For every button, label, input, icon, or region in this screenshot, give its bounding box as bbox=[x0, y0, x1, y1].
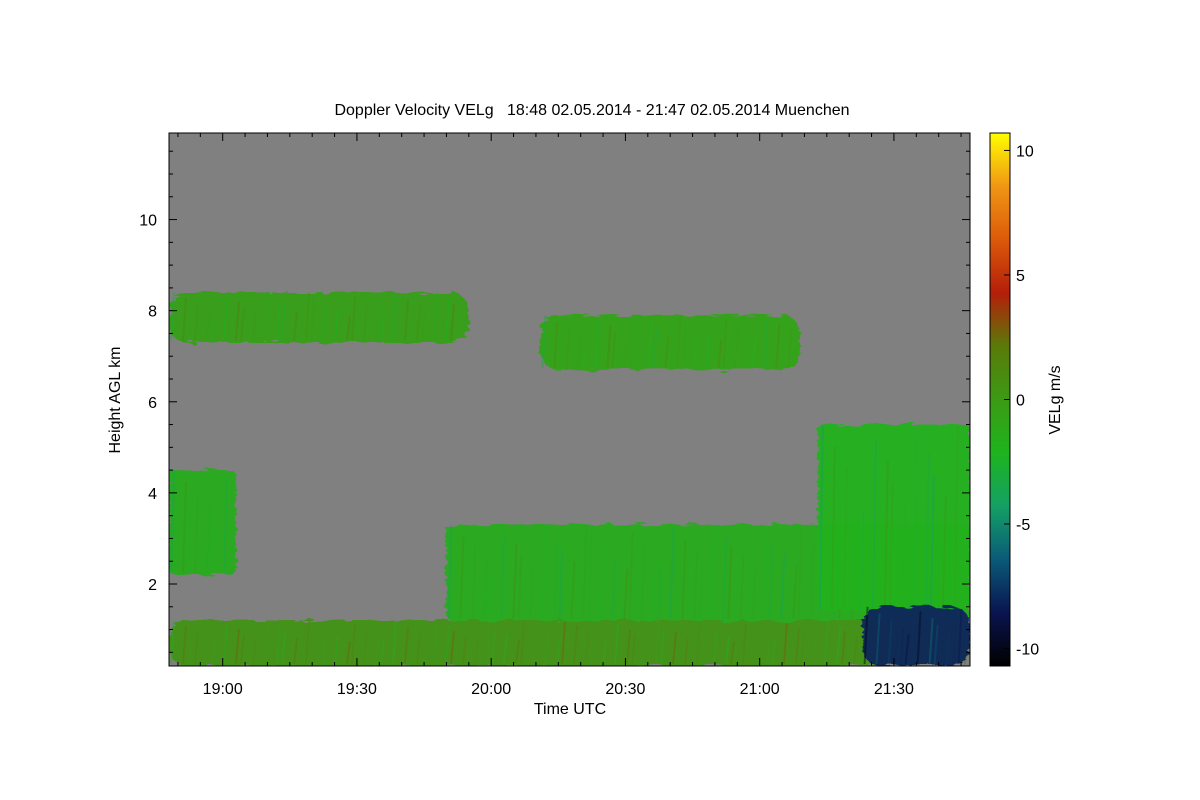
x-tick-label: 20:00 bbox=[471, 681, 511, 698]
colorbar-tick-label: -10 bbox=[1016, 642, 1039, 659]
velocity-region-3 bbox=[169, 470, 237, 575]
velocity-region-2 bbox=[540, 315, 800, 370]
y-tick-label: 4 bbox=[148, 486, 157, 503]
velocity-region-1 bbox=[169, 292, 469, 343]
x-tick-label: 20:30 bbox=[605, 681, 645, 698]
colorbar-tick-label: -5 bbox=[1016, 517, 1030, 534]
chart-title: Doppler Velocity VELg 18:48 02.05.2014 -… bbox=[334, 102, 849, 119]
velocity-region-6 bbox=[817, 424, 970, 612]
velocity-region-4 bbox=[169, 620, 970, 666]
x-tick-label: 21:00 bbox=[740, 681, 780, 698]
colorbar: 10 5 0 -5 -10 VELg m/s bbox=[989, 132, 1064, 667]
x-tick-label: 19:00 bbox=[203, 681, 243, 698]
y-tick-label: 10 bbox=[139, 213, 157, 230]
colorbar-tick-label: 5 bbox=[1016, 268, 1025, 285]
velocity-region-7 bbox=[862, 606, 970, 666]
y-tick-label: 2 bbox=[148, 577, 157, 594]
y-tick-label: 8 bbox=[148, 304, 157, 321]
x-axis-label: Time UTC bbox=[534, 701, 606, 718]
doppler-velocity-chart: Doppler Velocity VELg 18:48 02.05.2014 -… bbox=[107, 102, 1064, 718]
colorbar-tick-label: 10 bbox=[1016, 143, 1034, 160]
colorbar-tick-label: 0 bbox=[1016, 393, 1025, 410]
colorbar-label: VELg m/s bbox=[1047, 365, 1064, 434]
y-tick-label: 6 bbox=[148, 395, 157, 412]
x-tick-label: 21:30 bbox=[874, 681, 914, 698]
x-tick-label: 19:30 bbox=[337, 681, 377, 698]
y-axis-label: Height AGL km bbox=[107, 346, 124, 453]
plot-area: 19:00 19:30 20:00 20:30 21:00 21:30 2 4 6 8 10 bbox=[139, 132, 971, 698]
